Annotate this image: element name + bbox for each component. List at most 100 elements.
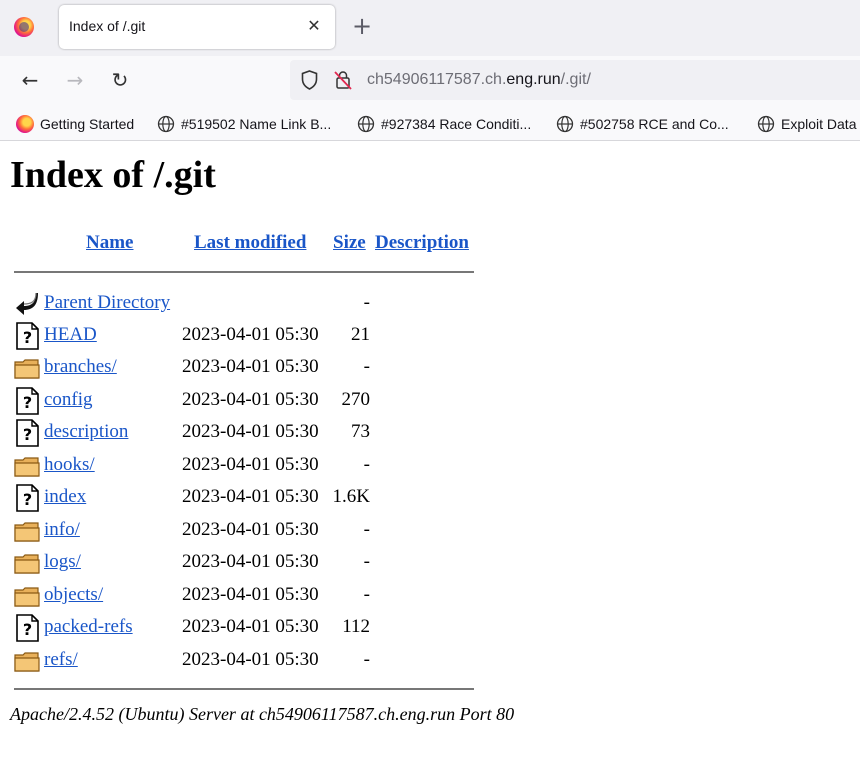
file-row: ? config 2023-04-01 05:30 270 — [0, 387, 600, 417]
svg-text:?: ? — [23, 328, 32, 347]
bookmark-label: #927384 Race Conditi... — [381, 116, 532, 132]
file-link[interactable]: info/ — [44, 519, 80, 541]
last-modified: 2023-04-01 05:30 — [182, 649, 319, 670]
globe-icon — [556, 115, 574, 133]
last-modified: 2023-04-01 05:30 — [182, 356, 319, 377]
bookmark-getting-started[interactable]: Getting Started — [16, 114, 134, 134]
file-row: Parent Directory - — [0, 290, 600, 320]
file-size: 112 — [342, 616, 370, 637]
reload-button[interactable]: ↻ — [106, 66, 134, 94]
file-size: - — [363, 519, 370, 540]
firefox-icon — [16, 115, 34, 133]
url-prefix: ch54906117587.ch. — [367, 71, 507, 88]
bookmark-label: #502758 RCE and Co... — [580, 116, 729, 132]
last-modified: 2023-04-01 05:30 — [182, 551, 319, 572]
footer-divider — [14, 688, 474, 690]
last-modified: 2023-04-01 05:30 — [182, 519, 319, 540]
last-modified: 2023-04-01 05:30 — [182, 324, 319, 345]
tracking-protection-shield-icon[interactable] — [301, 70, 318, 90]
folder-icon — [14, 549, 40, 577]
file-row: objects/2023-04-01 05:30 - — [0, 582, 600, 612]
tab-active[interactable]: Index of /.git ✕ — [59, 5, 335, 49]
file-size: 21 — [351, 324, 370, 345]
tab-strip: Index of /.git ✕ + — [0, 0, 860, 56]
unknown-file-icon: ? — [14, 322, 40, 350]
last-modified: 2023-04-01 05:30 — [182, 421, 319, 442]
file-row: refs/2023-04-01 05:30 - — [0, 647, 600, 677]
address-bar[interactable]: ch54906117587.ch.eng.run/.git/ — [290, 60, 860, 100]
bookmark-label: #519502 Name Link B... — [181, 116, 332, 132]
file-row: ? description 2023-04-01 05:30 73 — [0, 419, 600, 449]
svg-text:?: ? — [23, 425, 32, 444]
file-row: logs/2023-04-01 05:30 - — [0, 549, 600, 579]
file-row: hooks/2023-04-01 05:30 - — [0, 452, 600, 482]
page-title: Index of /.git — [10, 154, 216, 196]
unknown-file-icon: ? — [14, 419, 40, 447]
file-link[interactable]: objects/ — [44, 584, 103, 606]
globe-icon — [157, 115, 175, 133]
last-modified: 2023-04-01 05:30 — [182, 486, 319, 507]
file-size: 73 — [351, 421, 370, 442]
bookmarks-toolbar: Getting Started #519502 Name Link B... #… — [0, 106, 860, 141]
file-row: branches/2023-04-01 05:30 - — [0, 354, 600, 384]
file-size: - — [363, 454, 370, 475]
unknown-file-icon: ? — [14, 387, 40, 415]
folder-icon — [14, 452, 40, 480]
globe-icon — [357, 115, 375, 133]
folder-icon — [14, 354, 40, 382]
bookmark-label: Getting Started — [40, 116, 135, 132]
globe-icon — [757, 115, 775, 133]
file-row: ? index 2023-04-01 05:30 1.6K — [0, 484, 600, 514]
last-modified: 2023-04-01 05:30 — [182, 454, 319, 475]
file-link[interactable]: logs/ — [44, 551, 81, 573]
file-row: info/2023-04-01 05:30 - — [0, 517, 600, 547]
file-size: - — [363, 649, 370, 670]
column-header-size[interactable]: Size — [333, 232, 366, 254]
url-host: eng.run — [506, 71, 561, 88]
file-link[interactable]: config — [44, 389, 93, 411]
header-divider — [14, 271, 474, 273]
bookmark-502758[interactable]: #502758 RCE and Co... — [556, 114, 729, 134]
folder-icon — [14, 647, 40, 675]
firefox-menu-icon[interactable] — [14, 17, 34, 37]
folder-icon — [14, 582, 40, 610]
file-size: 270 — [341, 389, 371, 410]
file-link[interactable]: packed-refs — [44, 616, 133, 638]
close-icon[interactable]: ✕ — [303, 15, 325, 37]
file-row: ? HEAD 2023-04-01 05:30 21 — [0, 322, 600, 352]
bookmark-519502[interactable]: #519502 Name Link B... — [157, 114, 331, 134]
svg-text:?: ? — [23, 393, 32, 412]
navigation-toolbar: ← → ↻ ch54906117587.ch.eng.run/.git/ — [0, 56, 860, 106]
last-modified: 2023-04-01 05:30 — [182, 389, 319, 410]
back-button[interactable]: ← — [16, 66, 44, 94]
column-header-description[interactable]: Description — [375, 232, 469, 254]
page-content: Index of /.git Name Last modified Size D… — [0, 141, 860, 759]
file-size: - — [363, 292, 370, 313]
file-size: 1.6K — [332, 486, 370, 507]
file-size: - — [363, 356, 370, 377]
file-link[interactable]: description — [44, 421, 128, 443]
file-size: - — [363, 551, 370, 572]
forward-button[interactable]: → — [61, 66, 89, 94]
file-link[interactable]: refs/ — [44, 649, 78, 671]
new-tab-button[interactable]: + — [349, 14, 375, 40]
file-link[interactable]: Parent Directory — [44, 292, 170, 314]
server-signature: Apache/2.4.52 (Ubuntu) Server at ch54906… — [10, 704, 515, 724]
insecure-lock-icon[interactable] — [334, 70, 352, 90]
url-text[interactable]: ch54906117587.ch.eng.run/.git/ — [367, 71, 591, 89]
file-link[interactable]: hooks/ — [44, 454, 95, 476]
bookmark-label: Exploit Data — [781, 116, 857, 132]
file-link[interactable]: branches/ — [44, 356, 117, 378]
file-link[interactable]: HEAD — [44, 324, 97, 346]
back-arrow-icon — [14, 290, 40, 318]
last-modified: 2023-04-01 05:30 — [182, 584, 319, 605]
url-path: /.git/ — [560, 71, 591, 88]
unknown-file-icon: ? — [14, 484, 40, 512]
last-modified: 2023-04-01 05:30 — [182, 616, 319, 637]
file-link[interactable]: index — [44, 486, 86, 508]
bookmark-exploit-data[interactable]: Exploit Data — [757, 114, 856, 134]
column-header-last-modified[interactable]: Last modified — [194, 232, 306, 254]
unknown-file-icon: ? — [14, 614, 40, 642]
column-header-name[interactable]: Name — [86, 232, 133, 254]
bookmark-927384[interactable]: #927384 Race Conditi... — [357, 114, 531, 134]
